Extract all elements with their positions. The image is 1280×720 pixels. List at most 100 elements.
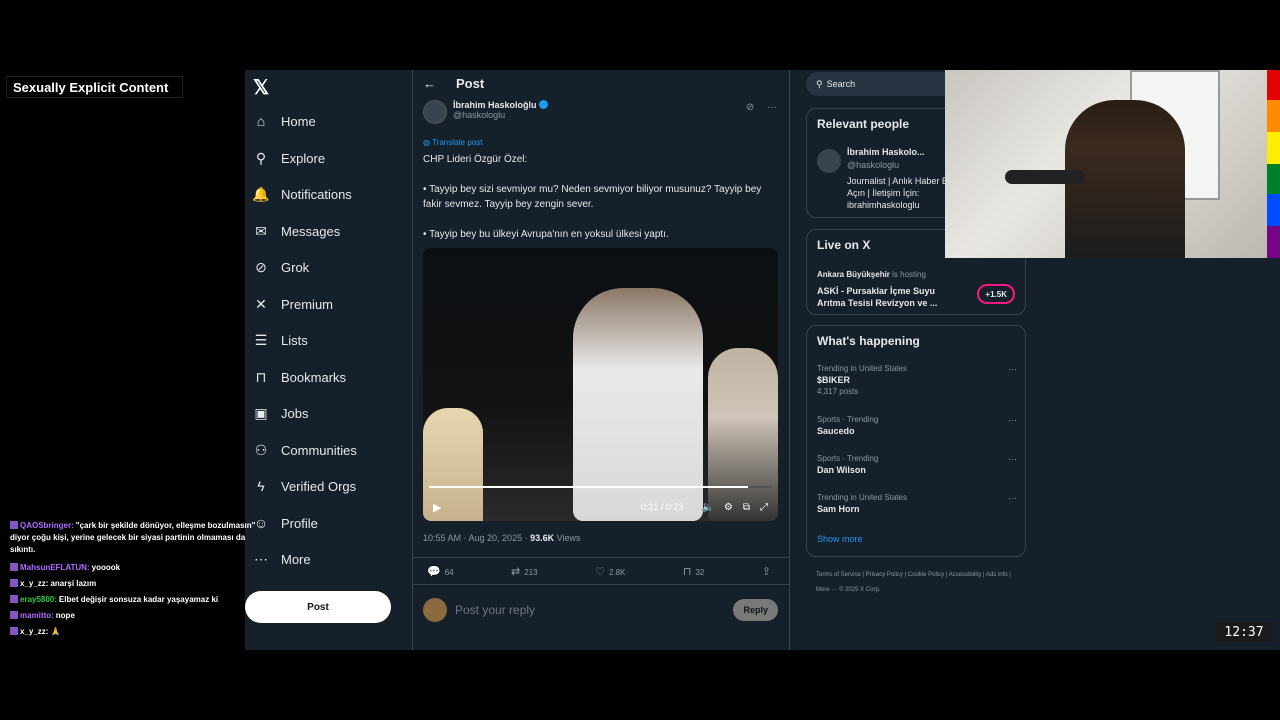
- chat-username[interactable]: x_y_zz:: [20, 579, 48, 588]
- sidebar-nav: 𝕏 ⌂ Home ⚲ Explore 🔔 Notifications ✉ Messages ⊘ G…: [245, 70, 410, 650]
- heart-icon: ♡: [595, 565, 605, 578]
- picture-in-picture-icon[interactable]: ⧉: [743, 502, 750, 513]
- grok-icon[interactable]: ⊘: [746, 102, 754, 113]
- sidebar-item-home[interactable]: ⌂ Home: [253, 106, 316, 136]
- trend-item[interactable]: Sports · Trending Saucedo ···: [817, 415, 1017, 438]
- repost-action[interactable]: ⇄ 213: [511, 565, 538, 578]
- sidebar-item-label: Premium: [281, 296, 334, 312]
- sidebar-item-label: Communities: [281, 442, 357, 458]
- chat-text: 🙏: [50, 627, 61, 636]
- trend-topic: Saucedo: [817, 426, 855, 436]
- sidebar-item-more[interactable]: ⋯ More: [253, 544, 311, 574]
- tweet-author[interactable]: İbrahim Haskoloğlu @haskologlu: [423, 100, 548, 124]
- reply-action[interactable]: 💬 64: [427, 565, 454, 578]
- tweet-text: CHP Lideri Özgür Özel: • Tayyip bey sizi…: [423, 154, 762, 240]
- share-action[interactable]: ⇪: [762, 565, 775, 578]
- chat-username[interactable]: eray5800:: [20, 595, 57, 604]
- sidebar-item-grok[interactable]: ⊘ Grok: [253, 252, 309, 282]
- chat-username[interactable]: x_y_zz:: [20, 627, 48, 636]
- live-stream-title[interactable]: ASKİ - Pursaklar İçme Suyu Arıtma Tesisi…: [817, 285, 957, 309]
- whats-happening-card: What's happening Trending in United Stat…: [806, 325, 1026, 557]
- search-icon: ⚲: [816, 78, 823, 89]
- post-button[interactable]: Post: [245, 591, 391, 623]
- lightning-icon: ϟ: [257, 478, 265, 494]
- avatar: [423, 598, 447, 622]
- relevant-person-handle[interactable]: @haskologlu: [847, 160, 899, 170]
- relevant-person-name[interactable]: İbrahim Haskolo...: [847, 147, 925, 157]
- sidebar-item-jobs[interactable]: ▣ Jobs: [253, 398, 308, 428]
- sidebar-item-profile[interactable]: ☺ Profile: [253, 508, 318, 538]
- sidebar-item-messages[interactable]: ✉ Messages: [253, 216, 340, 246]
- trend-item[interactable]: Trending in United States $BIKER 4,317 pos…: [817, 364, 1017, 396]
- sidebar-item-explore[interactable]: ⚲ Explore: [253, 143, 325, 173]
- trend-context: Sports · Trending: [817, 454, 879, 463]
- sidebar-item-verified-orgs[interactable]: ϟ Verified Orgs: [253, 471, 356, 501]
- sidebar-item-label: Profile: [281, 515, 318, 531]
- trend-item[interactable]: Trending in United States Sam Horn ···: [817, 493, 1017, 516]
- bookmark-icon: ⊓: [682, 565, 692, 578]
- author-handle[interactable]: @haskologlu: [453, 110, 548, 120]
- chat-username[interactable]: QAOSbringer:: [20, 521, 74, 530]
- chat-text: anarşi lazım: [50, 579, 97, 588]
- bookmark-action[interactable]: ⊓ 32: [683, 565, 705, 578]
- trend-item[interactable]: Sports · Trending Dan Wilson ···: [817, 454, 1017, 477]
- x-logo-icon[interactable]: 𝕏: [253, 75, 269, 100]
- translate-link[interactable]: ◍ Translate post: [423, 138, 482, 147]
- reply-button[interactable]: Reply: [733, 599, 778, 621]
- sidebar-item-notifications[interactable]: 🔔 Notifications: [252, 179, 352, 209]
- video-player[interactable]: ▶ 0:21 / 0:23 🔈 ⚙ ⧉ ⤢: [423, 248, 778, 521]
- avatar[interactable]: [817, 149, 841, 173]
- settings-icon[interactable]: ⚙: [724, 502, 733, 513]
- like-action[interactable]: ♡ 2.8K: [595, 565, 625, 578]
- trend-context: Trending in United States: [817, 364, 907, 373]
- home-icon: ⌂: [256, 113, 266, 129]
- play-icon[interactable]: ▶: [433, 501, 441, 514]
- x-logo-icon: ✕: [255, 295, 267, 312]
- sidebar-item-communities[interactable]: ⚇ Communities: [253, 435, 357, 465]
- globe-icon: ◍: [423, 138, 430, 147]
- chat-badge-icon: [10, 611, 18, 619]
- sidebar-item-lists[interactable]: ☰ Lists: [253, 325, 308, 355]
- sidebar-item-label: More: [281, 551, 311, 567]
- live-listeners-badge[interactable]: +1.5K: [977, 284, 1015, 304]
- chat-text: nope: [55, 611, 75, 620]
- chat-badge-icon: [10, 521, 18, 529]
- sidebar-item-label: Verified Orgs: [281, 478, 357, 494]
- chat-message: eray5800: Elbet değişir sonsuza kadar yaş…: [10, 592, 270, 608]
- briefcase-icon: ▣: [254, 404, 268, 421]
- live-host[interactable]: Ankara Büyükşehir is hosting: [817, 270, 926, 279]
- show-more-link[interactable]: Show more: [817, 534, 863, 544]
- sidebar-item-label: Notifications: [281, 186, 352, 202]
- video-progress-bar[interactable]: [429, 486, 772, 488]
- more-circle-icon: ⋯: [254, 550, 268, 567]
- sidebar-item-bookmarks[interactable]: ⊓ Bookmarks: [253, 362, 347, 392]
- trend-topic: $BIKER: [817, 375, 851, 385]
- more-options-icon[interactable]: ···: [1008, 415, 1017, 425]
- reply-input[interactable]: Post your reply: [455, 603, 535, 617]
- more-options-icon[interactable]: ···: [1008, 364, 1017, 374]
- footer-links[interactable]: Terms of Service | Privacy Policy | Cook…: [816, 568, 1016, 598]
- video-controls: ▶ 0:21 / 0:23 🔈 ⚙ ⧉ ⤢: [423, 493, 778, 521]
- chat-text: yooook: [91, 563, 121, 572]
- bell-icon: 🔔: [252, 185, 270, 202]
- more-options-icon[interactable]: ···: [767, 102, 777, 113]
- sidebar-item-label: Explore: [281, 150, 326, 166]
- more-options-icon[interactable]: ···: [1008, 493, 1017, 503]
- author-name[interactable]: İbrahim Haskoloğlu: [453, 100, 537, 110]
- search-icon: ⚲: [255, 149, 267, 166]
- chat-message: x_y_zz: anarşi lazım: [10, 576, 270, 592]
- sidebar-item-label: Jobs: [281, 405, 309, 421]
- fullscreen-icon[interactable]: ⤢: [760, 502, 768, 513]
- mail-icon: ✉: [255, 222, 267, 239]
- chat-username[interactable]: MahsunEFLATUN:: [20, 563, 90, 572]
- chat-username[interactable]: mamitto:: [20, 611, 54, 620]
- volume-icon[interactable]: 🔈: [701, 502, 713, 513]
- avatar[interactable]: [423, 100, 447, 124]
- chat-badge-icon: [10, 595, 18, 603]
- bookmark-icon: ⊓: [255, 368, 267, 385]
- sidebar-item-premium[interactable]: ✕ Premium: [253, 289, 333, 319]
- content-warning-label: Sexually Explicit Content: [6, 76, 183, 98]
- more-options-icon[interactable]: ···: [1008, 454, 1017, 464]
- back-arrow-icon[interactable]: ←: [423, 76, 436, 91]
- reply-icon: 💬: [427, 565, 441, 578]
